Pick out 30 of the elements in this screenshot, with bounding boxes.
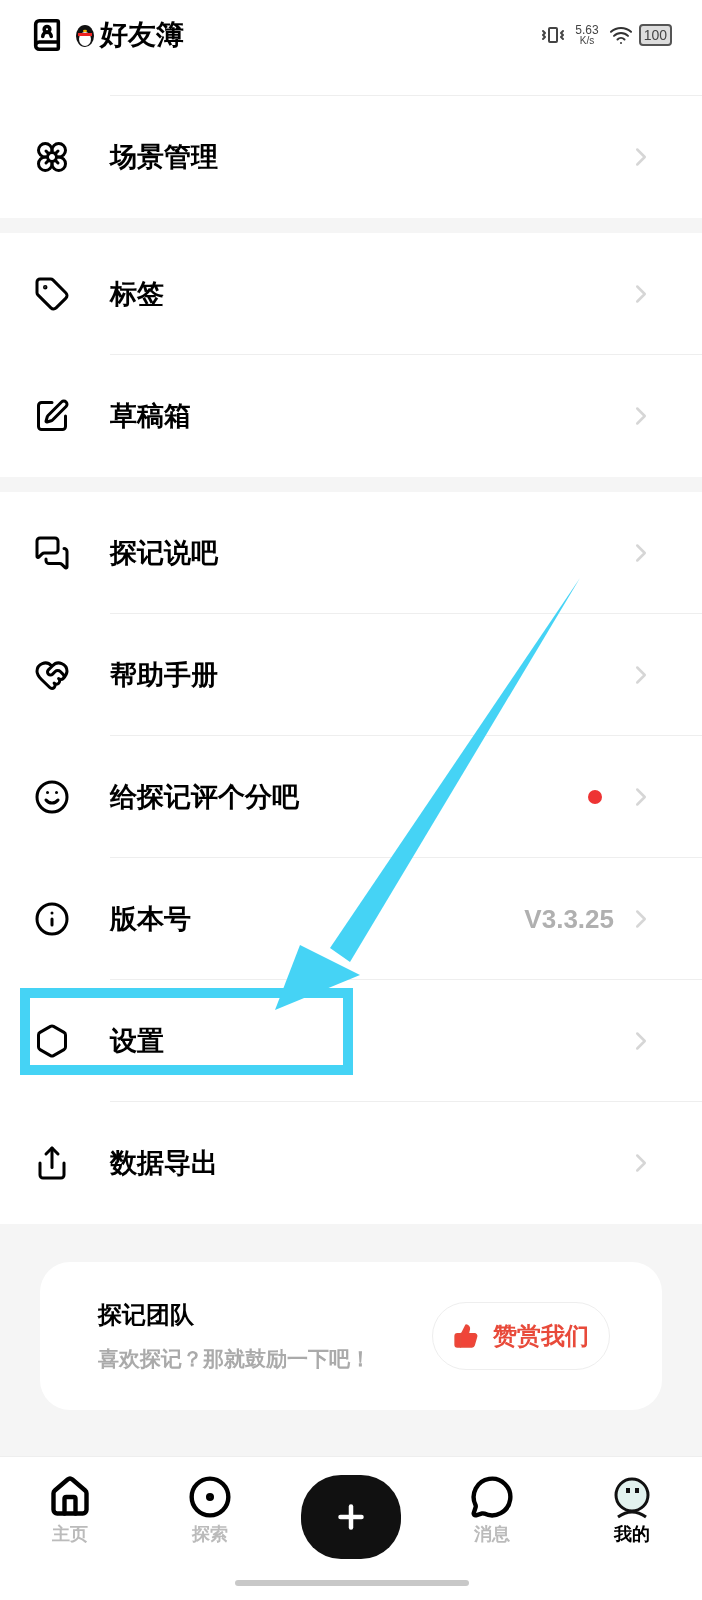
menu-label[interactable]: 设置 <box>110 1020 164 1062</box>
card-title: 探记团队 <box>98 1300 195 1331</box>
nav-tab[interactable]: 我的 <box>562 1475 702 1548</box>
menu-label[interactable]: 数据导出 <box>110 1142 218 1184</box>
penguin-icon <box>74 22 96 48</box>
battery-level: 100 <box>638 24 672 46</box>
home-icon <box>48 1475 92 1519</box>
chat-icon <box>470 1475 514 1519</box>
thumbs-up-icon <box>453 1323 479 1349</box>
tag-icon <box>34 276 70 312</box>
menu-label[interactable]: 草稿箱 <box>110 395 191 437</box>
edit-icon <box>34 398 70 434</box>
info-icon <box>34 901 70 937</box>
flower-icon <box>34 139 70 175</box>
network-speed: 5.63 <box>575 24 599 36</box>
menu-label[interactable]: 场景管理 <box>110 136 218 178</box>
menu-label[interactable]: 标签 <box>110 273 164 315</box>
version-value: V3.3.25 <box>524 902 614 936</box>
target-icon <box>188 1475 232 1519</box>
settings-icon <box>34 1023 70 1059</box>
menu-label[interactable]: 探记说吧 <box>110 532 218 574</box>
chat-bubbles-icon <box>34 535 70 571</box>
speed-unit: K/s <box>579 36 595 46</box>
menu-label[interactable]: 给探记评个分吧 <box>110 776 299 818</box>
menu-label[interactable]: 帮助手册 <box>110 654 218 696</box>
card-subtitle: 喜欢探记？那就鼓励一下吧！ <box>98 1346 371 1373</box>
reward-button[interactable]: 赞赏我们 <box>432 1302 610 1370</box>
smiley-icon <box>34 779 70 815</box>
menu-label[interactable]: 版本号 <box>110 898 191 940</box>
notification-title: 好友簿 <box>100 18 184 52</box>
